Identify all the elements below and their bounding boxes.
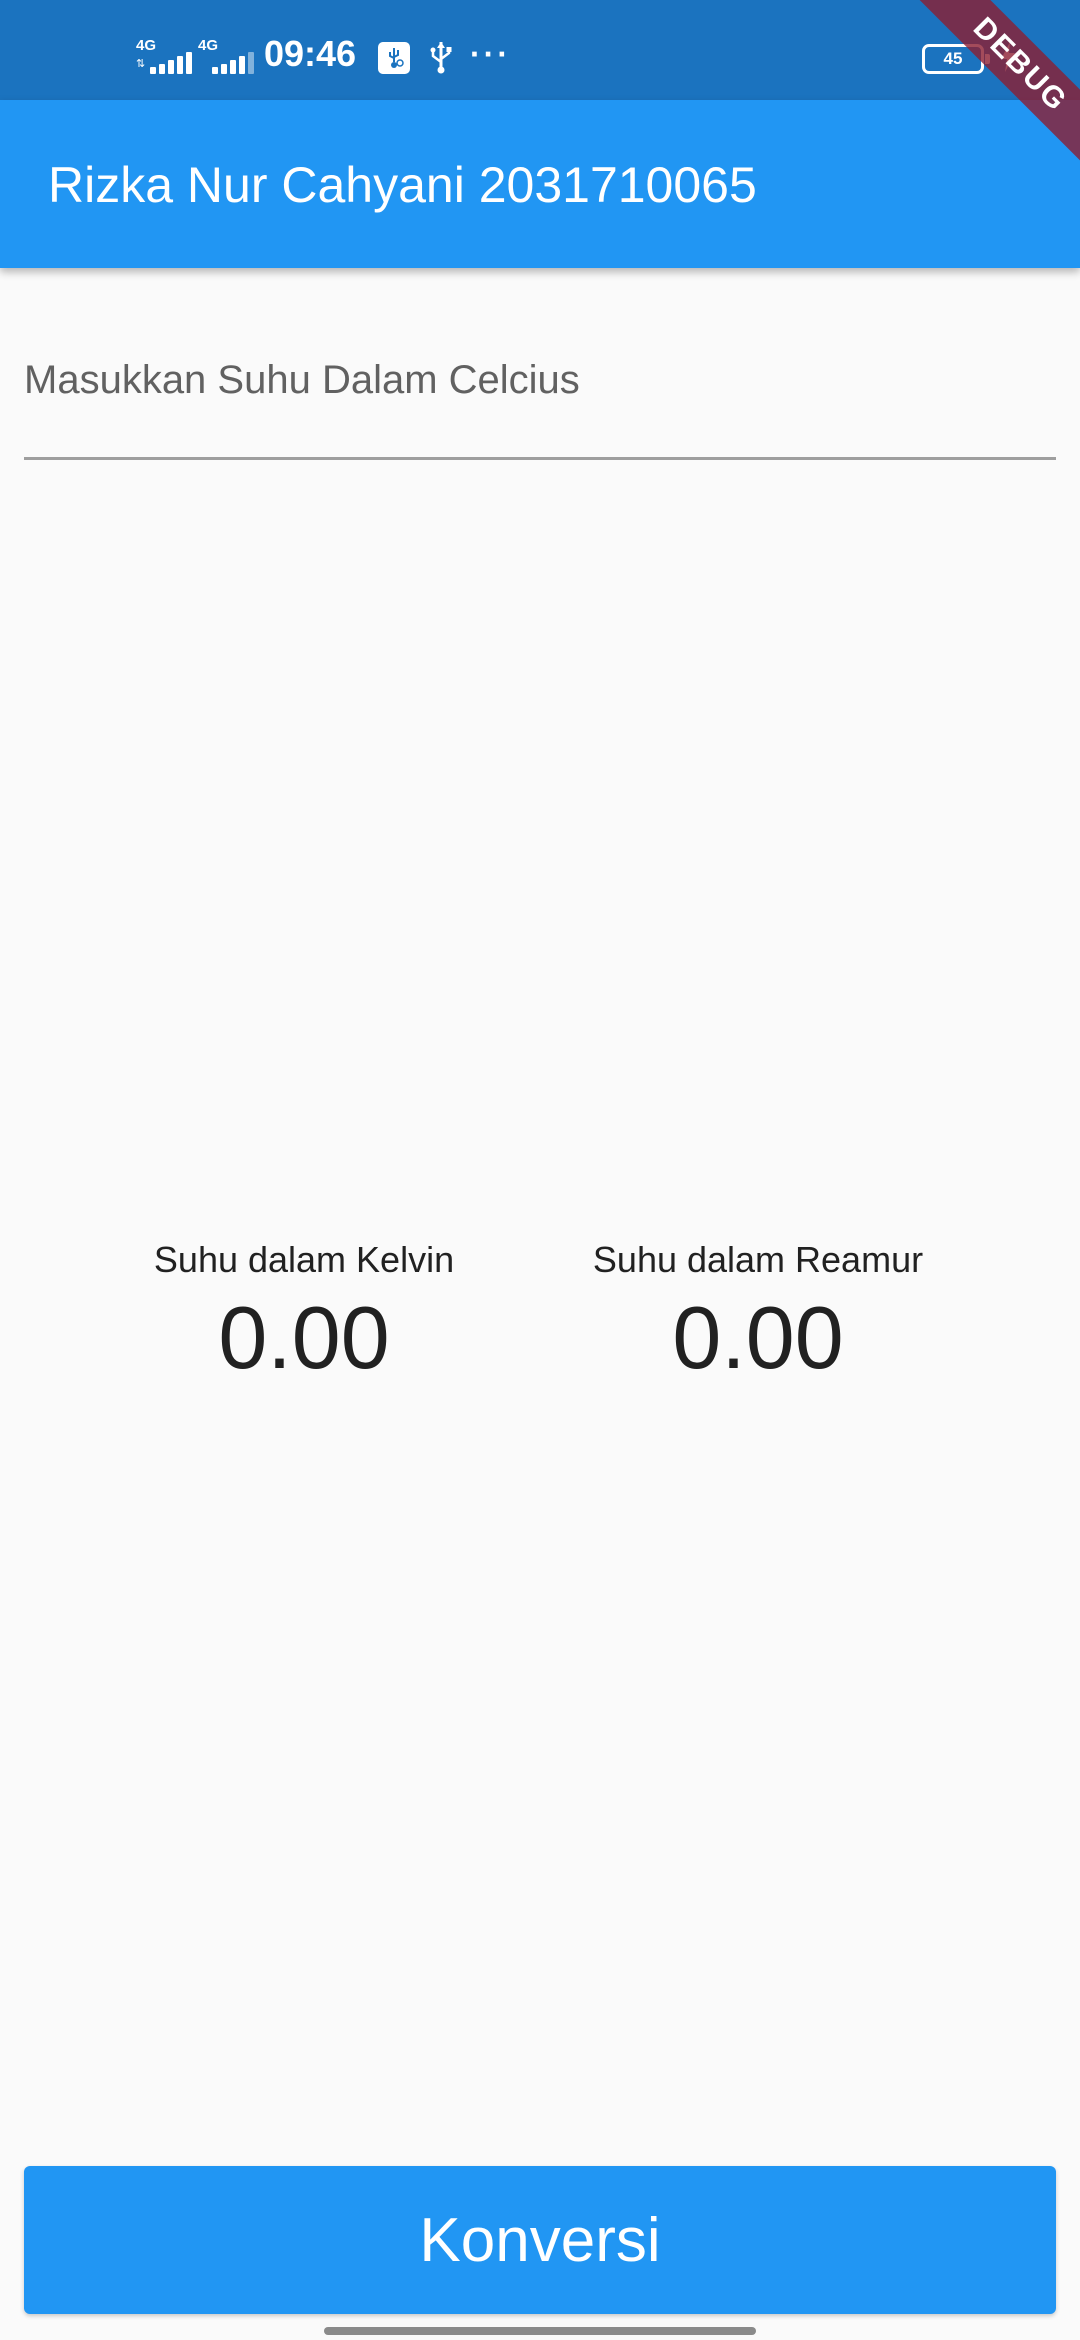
kelvin-value: 0.00 (218, 1288, 390, 1387)
reamur-result: Suhu dalam Reamur 0.00 (558, 1232, 958, 1388)
celcius-text-field[interactable] (24, 320, 1056, 460)
home-indicator[interactable] (324, 2327, 756, 2335)
reamur-value: 0.00 (672, 1288, 844, 1387)
app-bar: Rizka Nur Cahyani 2031710065 (0, 100, 1080, 268)
status-bar: 4G ⇅ 4G 09:46 ··· 45 (0, 0, 1080, 100)
charging-icon (1001, 42, 1015, 72)
status-time: 09:46 (264, 33, 357, 74)
celcius-input[interactable] (24, 340, 1056, 420)
app-title: Rizka Nur Cahyani 2031710065 (48, 157, 757, 213)
more-notifications-icon: ··· (470, 36, 511, 72)
reamur-label: Suhu dalam Reamur (592, 1239, 924, 1280)
kelvin-result: Suhu dalam Kelvin 0.00 (104, 1232, 504, 1388)
app-screen: 4G ⇅ 4G 09:46 ··· 45 DEBUG Rizka Nur Cah… (0, 0, 1080, 2340)
battery-level: 45 (943, 49, 963, 68)
usb-icon (430, 42, 452, 74)
kelvin-label: Suhu dalam Kelvin (153, 1239, 455, 1280)
battery-icon: 45 (922, 44, 990, 74)
konversi-button[interactable]: Konversi (24, 2166, 1056, 2314)
usb-debugging-icon (378, 42, 410, 74)
